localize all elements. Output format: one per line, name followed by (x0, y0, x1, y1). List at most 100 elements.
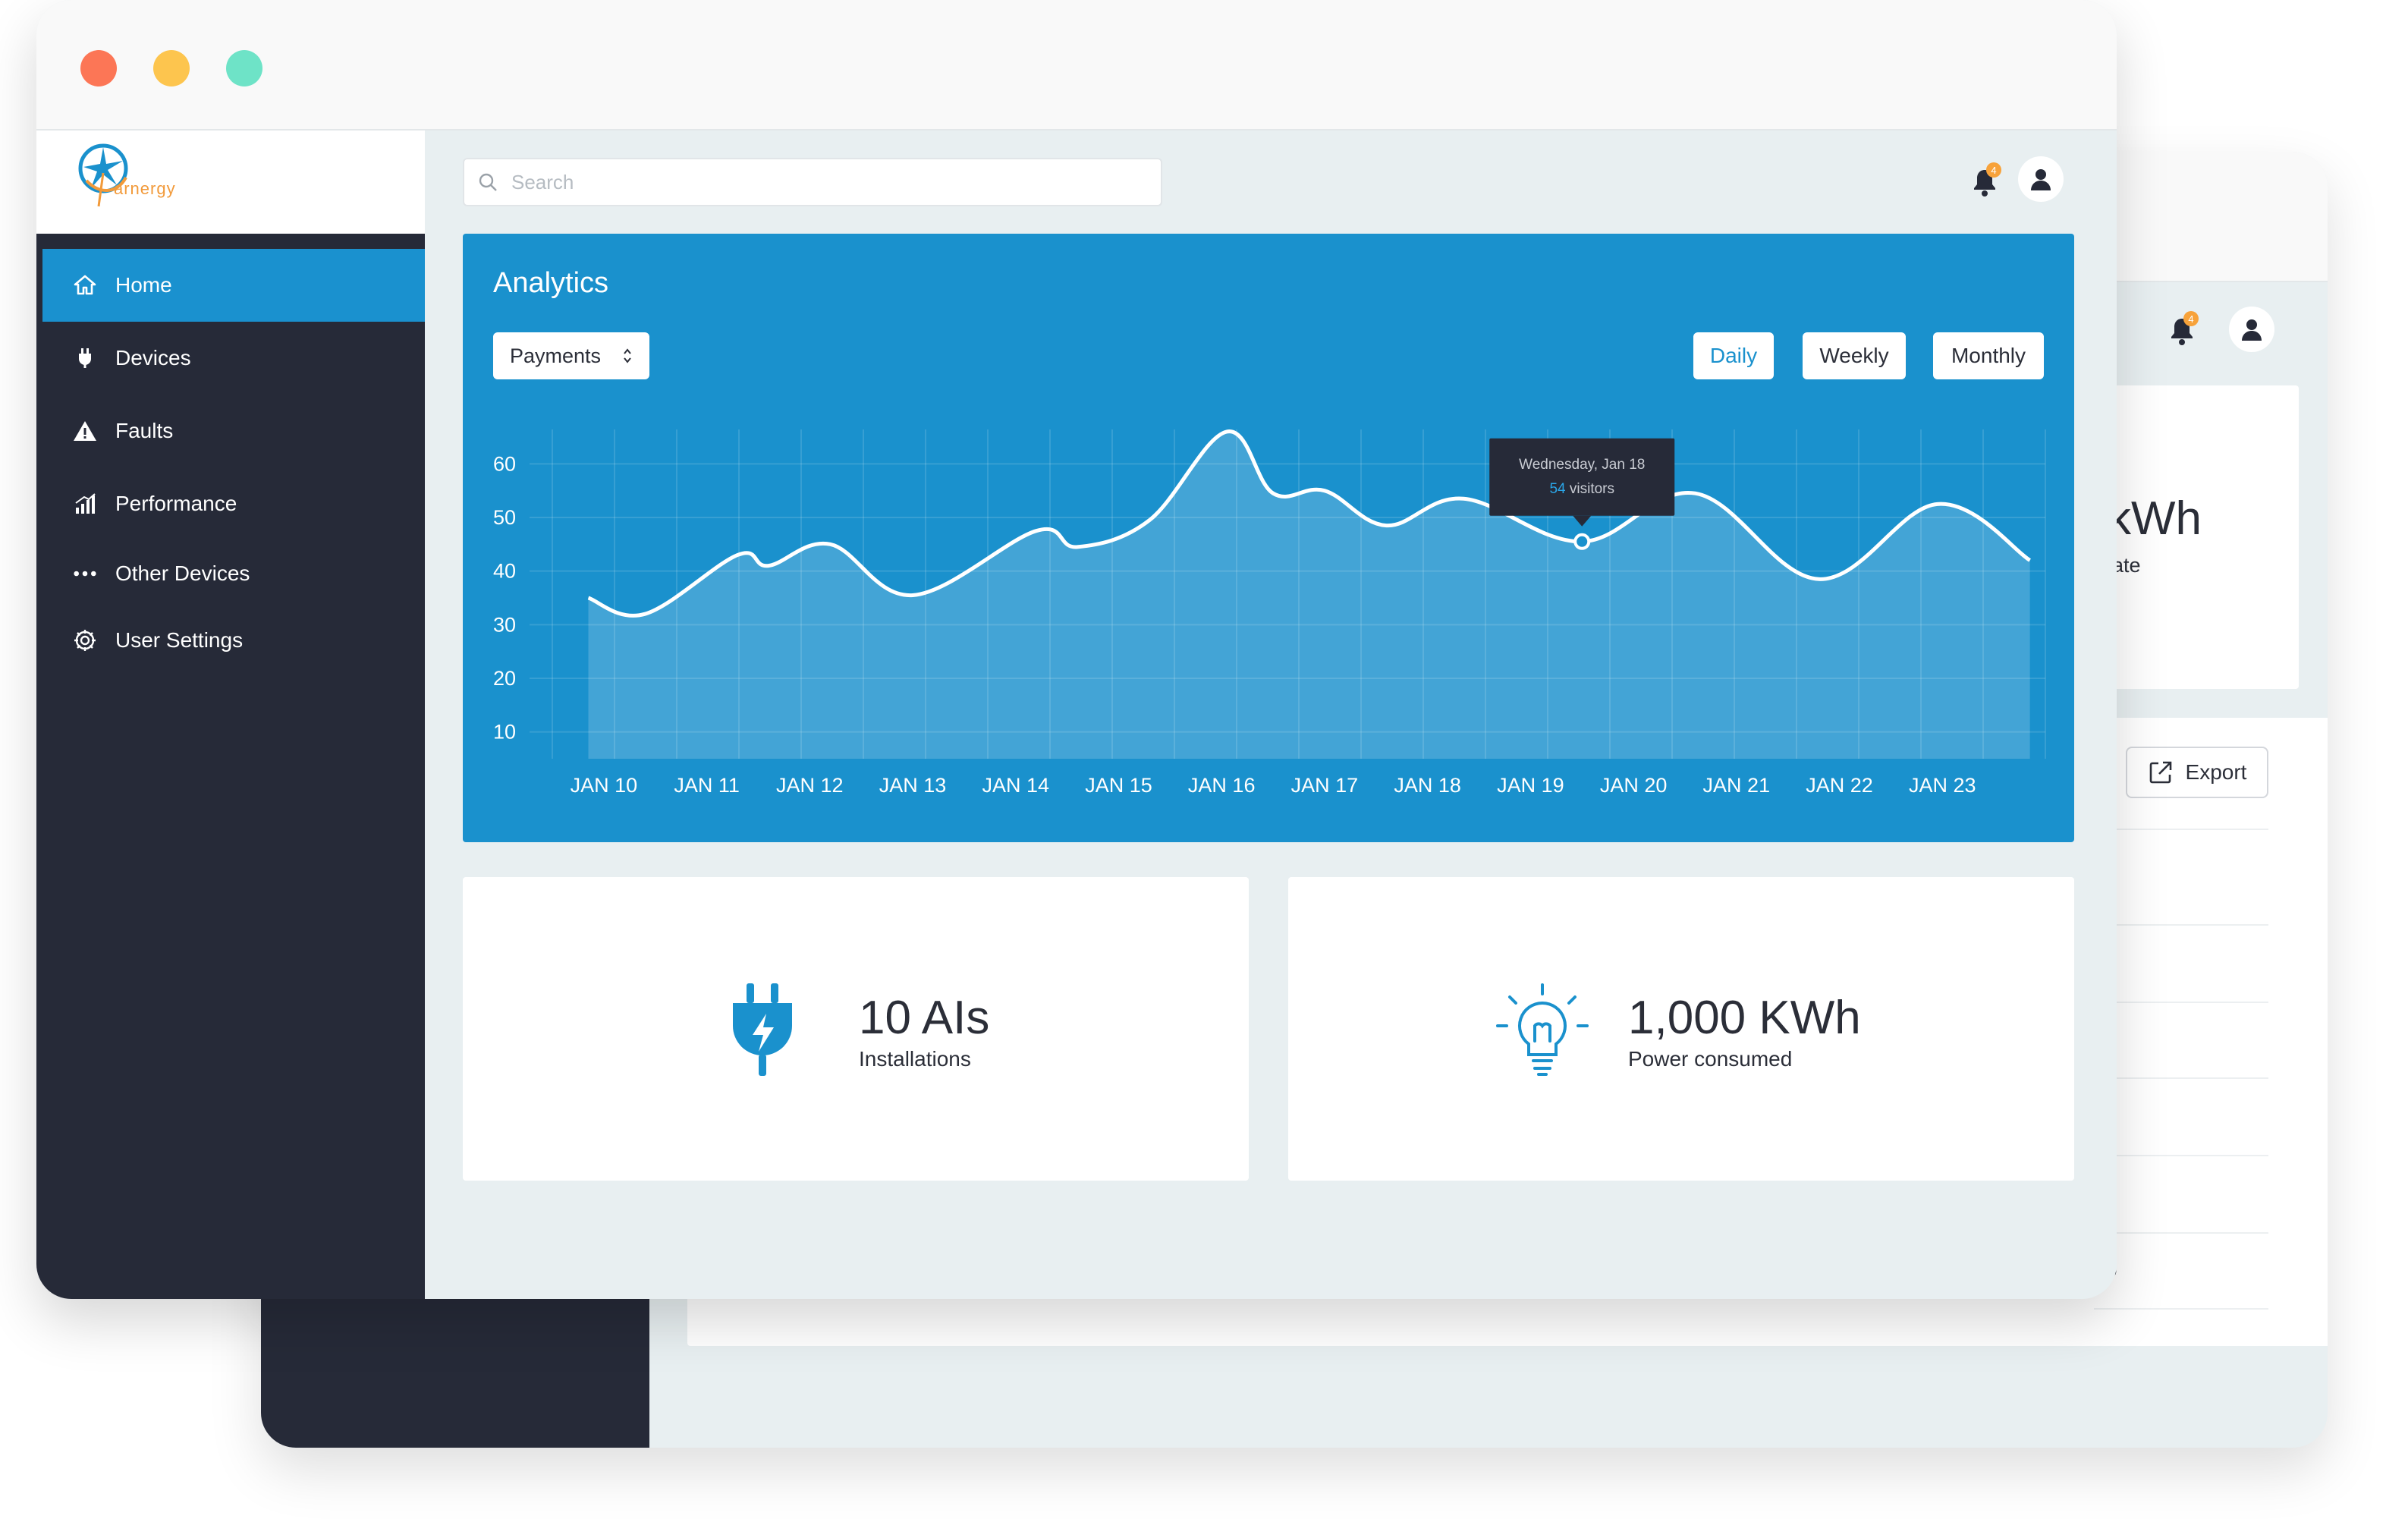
data-point (1818, 578, 1820, 580)
y-tick-label: 30 (493, 613, 516, 636)
table-divider (2094, 1308, 2268, 1310)
x-tick-label: JAN 21 (1703, 774, 1771, 797)
sidebar-item-devices[interactable]: Devices (36, 322, 425, 395)
maximize-window-button[interactable] (226, 50, 262, 86)
sidebar-divider (36, 234, 425, 249)
lightbulb-icon (1496, 983, 1589, 1076)
sidebar-item-faults[interactable]: Faults (36, 395, 425, 467)
x-tick-label: JAN 19 (1497, 774, 1564, 797)
tooltip-value: 54 visitors (1549, 481, 1614, 497)
sidebar-item-user-settings[interactable]: User Settings (36, 607, 425, 674)
y-tick-label: 60 (493, 452, 516, 475)
analytics-panel: Analytics Payments Daily Weekly Monthly … (463, 234, 2074, 842)
x-tick-label: JAN 14 (982, 774, 1049, 797)
table-divider (2094, 1002, 2268, 1003)
sidebar: arnergy Home Devices Faults Performance … (36, 131, 425, 1299)
minimize-window-button[interactable] (153, 50, 190, 86)
search-icon (479, 173, 497, 191)
data-point (1323, 489, 1325, 492)
sidebar-item-home[interactable]: Home (42, 249, 425, 322)
notifications-button[interactable]: 4 (1969, 162, 2001, 199)
x-tick-label: JAN 23 (1909, 774, 1976, 797)
x-tick-label: JAN 16 (1188, 774, 1256, 797)
user-icon (2242, 319, 2262, 341)
logo-icon (78, 143, 128, 207)
data-point (2029, 559, 2031, 561)
performance-icon (73, 492, 97, 516)
gear-icon (73, 628, 97, 653)
highlight-point (1573, 533, 1591, 550)
data-point (644, 613, 646, 615)
sidebar-item-label: Other Devices (115, 561, 250, 585)
data-point (1694, 492, 1696, 495)
stat-value: 1,000 KWh (1628, 992, 1861, 1044)
sidebar-nav: Home Devices Faults Performance Other De… (36, 249, 425, 674)
user-icon (2031, 169, 2051, 190)
warning-icon (73, 419, 97, 443)
stat-label: Installations (859, 1047, 971, 1071)
plug-icon (733, 983, 792, 1076)
stat-value: 10 AIs (859, 992, 990, 1044)
plug-icon (73, 346, 97, 370)
data-point (587, 597, 589, 599)
data-point (829, 543, 831, 546)
user-avatar[interactable] (2018, 156, 2064, 202)
y-tick-label: 10 (493, 721, 516, 744)
data-point (737, 554, 739, 556)
stat-label: Power consumed (1628, 1047, 1793, 1071)
sidebar-item-label: Faults (115, 419, 174, 442)
data-point (1035, 530, 1037, 532)
data-point (1272, 492, 1275, 495)
x-tick-label: JAN 18 (1394, 774, 1461, 797)
logo[interactable]: arnergy (36, 131, 425, 234)
close-window-button[interactable] (80, 50, 117, 86)
analytics-chart[interactable]: 60 50 40 30 20 10 JAN 10 JAN 11 JAN 12 JAN 13 JAN … (463, 234, 2074, 842)
background-avatar[interactable] (2229, 307, 2274, 352)
notification-badge: 4 (2183, 311, 2199, 326)
x-tick-label: JAN 22 (1806, 774, 1873, 797)
table-divider (2094, 829, 2268, 830)
data-point (1936, 503, 1938, 505)
sidebar-item-performance[interactable]: Performance (36, 467, 425, 540)
background-stat-value: kWh (2108, 492, 2202, 545)
window-titlebar (36, 0, 2117, 131)
data-point (768, 565, 770, 567)
x-tick-label: JAN 15 (1085, 774, 1152, 797)
sidebar-item-label: User Settings (115, 628, 244, 652)
export-label: Export (2185, 760, 2247, 784)
x-tick-label: JAN 17 (1291, 774, 1359, 797)
sidebar-item-label: Home (115, 273, 172, 297)
x-tick-label: JAN 11 (674, 774, 740, 797)
chart-tooltip (1489, 438, 1675, 516)
x-tick-label: JAN 20 (1600, 774, 1668, 797)
logo-text: arnergy (114, 179, 176, 198)
table-divider (2094, 1077, 2268, 1079)
external-link-icon (2149, 761, 2171, 784)
series-area (588, 431, 2030, 759)
tooltip-arrow (1573, 515, 1592, 527)
table-divider (2094, 1232, 2268, 1234)
background-notifications[interactable]: 4 (2167, 311, 2199, 348)
sidebar-item-label: Devices (115, 346, 191, 370)
y-tick-label: 20 (493, 667, 516, 690)
app-window: arnergy Home Devices Faults Performance … (36, 0, 2117, 1299)
x-tick-label: JAN 13 (879, 774, 947, 797)
table-divider (2094, 1155, 2268, 1156)
home-icon (73, 273, 97, 297)
sidebar-item-label: Performance (115, 492, 237, 515)
data-point (1463, 498, 1465, 500)
table-divider (2094, 924, 2268, 926)
data-point (1149, 519, 1151, 521)
stat-card-installations: 10 AIs Installations (463, 877, 1249, 1181)
data-point (1077, 546, 1079, 548)
sidebar-item-other-devices[interactable]: Other Devices (36, 540, 425, 607)
stat-card-power-consumed: 1,000 KWh Power consumed (1288, 877, 2074, 1181)
data-point (912, 594, 914, 596)
main-content: 4 Analytics Payments Daily Weekly Monthl… (425, 131, 2117, 1299)
data-point (1385, 524, 1388, 527)
notification-badge: 4 (1986, 162, 2001, 178)
search-bar[interactable] (463, 158, 1162, 206)
x-tick-label: JAN 12 (776, 774, 844, 797)
export-button[interactable]: Export (2126, 747, 2268, 798)
search-input[interactable] (511, 170, 1118, 194)
